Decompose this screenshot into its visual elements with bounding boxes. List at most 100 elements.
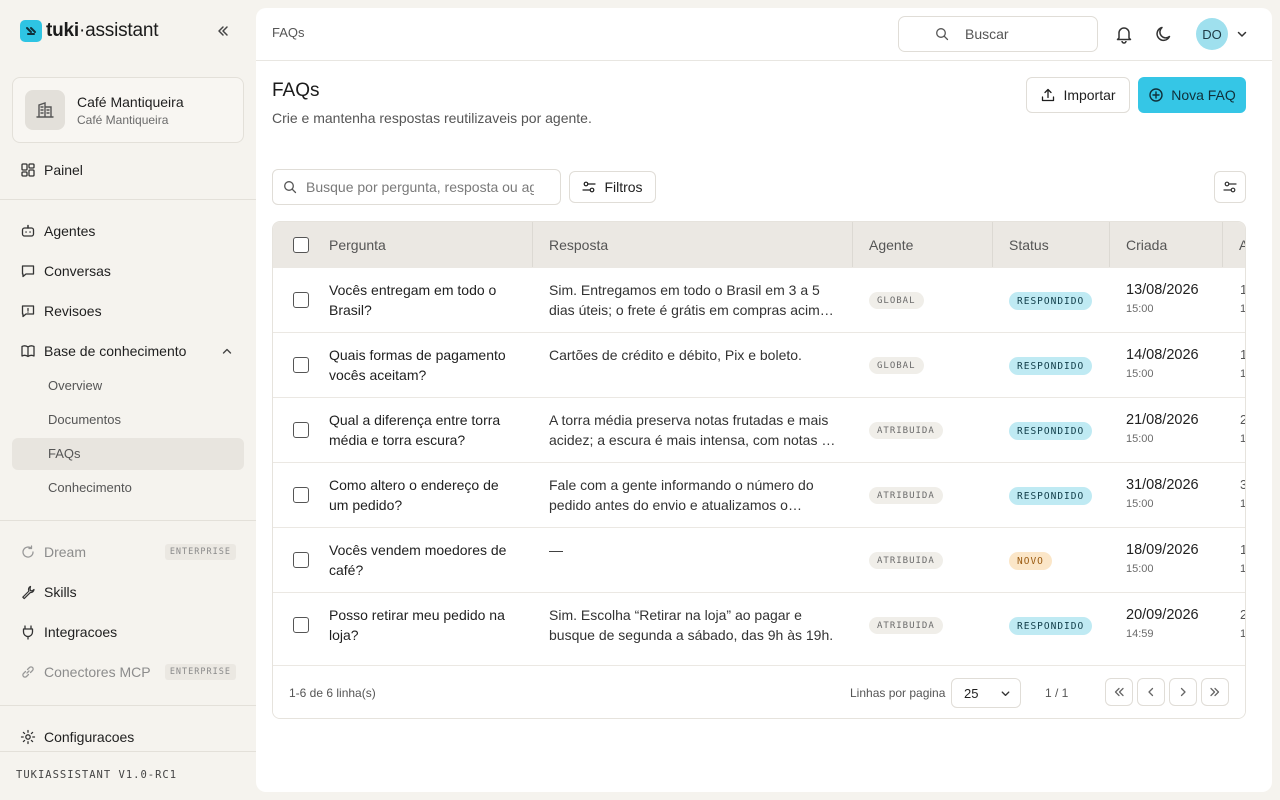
truncated-cell: 2 [1240,412,1245,427]
agent-badge: ATRIBUIDA [869,422,943,439]
select-all-checkbox[interactable] [293,237,309,253]
created-time: 14:59 [1126,628,1154,640]
org-name: Café Mantiqueira [77,93,184,110]
table-row[interactable]: Qual a diferença entre torra média e tor… [273,397,1245,462]
divider [0,520,256,521]
answer-cell: — [549,542,563,558]
plug-icon [20,624,36,640]
enterprise-badge: ENTERPRISE [164,544,236,560]
column-header-criada[interactable]: Criada [1110,222,1223,267]
chevron-up-icon[interactable] [220,344,234,358]
table-row[interactable]: Vocês entregam em todo o Brasil? Sim. Ent… [273,267,1245,332]
column-header-resposta[interactable]: Resposta [533,222,853,267]
created-date: 13/08/2026 [1126,282,1199,298]
nav-agentes[interactable]: Agentes [20,220,236,242]
chevrons-left-icon [1113,686,1125,698]
table-search-input[interactable] [306,179,534,195]
rows-per-page-value: 25 [964,685,979,701]
chevron-down-icon[interactable] [1235,27,1249,41]
global-search[interactable]: Buscar [898,16,1098,52]
table-row[interactable]: Como altero o endereço de um pedido? Fale… [273,462,1245,527]
last-page-button[interactable] [1201,678,1229,706]
chevron-down-icon [999,687,1012,700]
status-badge: RESPONDIDO [1009,422,1093,440]
row-count: 1-6 de 6 linha(s) [289,686,376,700]
nav-skills[interactable]: Skills [20,581,236,603]
book-icon [20,343,36,359]
org-switcher[interactable]: Café Mantiqueira Café Mantiqueira [12,77,244,143]
created-date: 31/08/2026 [1126,477,1199,493]
nav-conversas-label: Conversas [44,263,111,279]
filter-icon [582,180,597,194]
answer-cell: A torra média preserva notas frutadas e … [549,412,837,448]
app-version: TUKIASSISTANT V1.0-RC1 [16,769,178,781]
divider [0,751,256,752]
bot-icon [20,223,36,239]
status-badge: RESPONDIDO [1009,292,1093,310]
import-button[interactable]: Importar [1026,77,1130,113]
nav-conectores-mcp[interactable]: Conectores MCP ENTERPRISE [20,661,236,683]
row-checkbox[interactable] [293,357,309,373]
row-checkbox[interactable] [293,422,309,438]
row-checkbox[interactable] [293,617,309,633]
table-row[interactable]: Quais formas de pagamento vocês aceitam?… [273,332,1245,397]
column-header-status[interactable]: Status [993,222,1110,267]
sub-nav-conhecimento[interactable]: Conhecimento [48,477,132,497]
moon-icon[interactable] [1154,24,1174,44]
nav-base-conhecimento[interactable]: Base de conhecimento [20,340,236,362]
brand-name: tuki·assistant [46,20,159,41]
column-header-truncated[interactable]: A [1223,222,1245,267]
review-icon [20,303,36,319]
faq-table: Pergunta Resposta Agente Status Criada A… [272,221,1246,719]
row-checkbox[interactable] [293,487,309,503]
row-checkbox[interactable] [293,292,309,308]
collapse-sidebar-icon[interactable] [214,22,232,40]
nav-dream[interactable]: Dream ENTERPRISE [20,541,236,563]
org-subtitle: Café Mantiqueira [77,112,169,127]
nav-revisoes-label: Revisoes [44,303,102,319]
created-date: 21/08/2026 [1126,412,1199,428]
plus-circle-icon [1148,87,1164,103]
column-settings-button[interactable] [1214,171,1246,203]
chevron-left-icon [1145,686,1157,698]
status-badge: RESPONDIDO [1009,487,1093,505]
bell-icon[interactable] [1114,24,1134,44]
new-faq-button[interactable]: Nova FAQ [1138,77,1246,113]
next-page-button[interactable] [1169,678,1197,706]
column-header-agente[interactable]: Agente [853,222,993,267]
agent-badge: ATRIBUIDA [869,552,943,569]
column-header-pergunta[interactable]: Pergunta [313,222,533,267]
sub-nav-overview[interactable]: Overview [48,375,102,395]
rows-per-page-select[interactable]: 25 [951,678,1021,708]
nav-configuracoes[interactable]: Configuracoes [20,726,236,748]
nav-painel[interactable]: Painel [20,159,236,181]
table-row[interactable]: Vocês vendem moedores de café? — ATRIBUIDA… [273,527,1245,592]
rows-per-page-label: Linhas por pagina [850,686,946,700]
sub-nav-faqs[interactable]: FAQs [48,443,81,463]
filters-button[interactable]: Filtros [569,171,656,203]
nav-configuracoes-label: Configuracoes [44,729,135,745]
breadcrumb[interactable]: FAQs [272,25,305,40]
row-checkbox[interactable] [293,552,309,568]
status-badge: NOVO [1009,552,1052,570]
chevrons-right-icon [1209,686,1221,698]
prev-page-button[interactable] [1137,678,1165,706]
table-search[interactable] [272,169,561,205]
nav-conversas[interactable]: Conversas [20,260,236,282]
nav-conectores-label: Conectores MCP [44,664,151,680]
first-page-button[interactable] [1105,678,1133,706]
avatar[interactable]: DO [1196,18,1228,50]
nav-base-label: Base de conhecimento [44,343,187,359]
question-cell: Vocês entregam em todo o Brasil? [329,282,497,318]
truncated-cell: 2 [1240,607,1245,622]
nav-integracoes[interactable]: Integracoes [20,621,236,643]
nav-revisoes[interactable]: Revisoes [20,300,236,322]
building-icon [25,90,65,130]
question-cell: Posso retirar meu pedido na loja? [329,607,505,643]
gear-icon [20,729,36,745]
brand-logo[interactable]: tuki·assistant [20,18,236,44]
table-row[interactable]: Posso retirar meu pedido na loja? Sim. Es… [273,592,1245,657]
dashboard-icon [20,162,36,178]
truncated-cell: 1 [1240,542,1245,557]
sub-nav-documentos[interactable]: Documentos [48,409,121,429]
